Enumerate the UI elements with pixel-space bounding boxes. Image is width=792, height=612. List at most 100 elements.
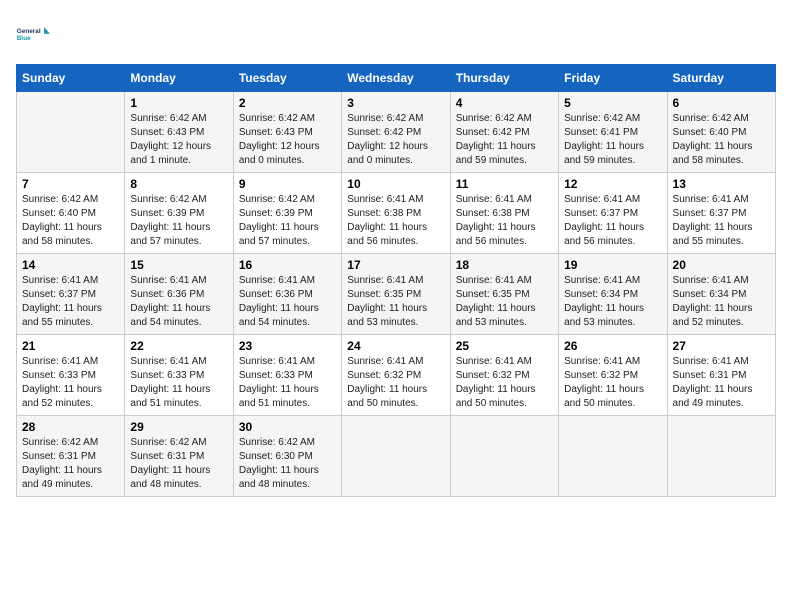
day-number: 15 xyxy=(130,258,227,272)
calendar-cell: 5 Sunrise: 6:42 AMSunset: 6:41 PMDaylight… xyxy=(559,92,667,173)
day-number: 20 xyxy=(673,258,770,272)
calendar-cell: 17Sunrise: 6:41 AMSunset: 6:35 PMDayligh… xyxy=(342,254,450,335)
calendar-cell: 24Sunrise: 6:41 AMSunset: 6:32 PMDayligh… xyxy=(342,335,450,416)
day-info: Sunrise: 6:42 AMSunset: 6:39 PMDaylight:… xyxy=(239,193,336,249)
calendar-cell: 29 Sunrise: 6:42 AMSunset: 6:31 PMDayligh… xyxy=(125,416,233,497)
day-info: Sunrise: 6:41 AMSunset: 6:31 PMDaylight:… xyxy=(673,355,770,411)
header-cell-saturday: Saturday xyxy=(667,65,775,92)
day-number: 9 xyxy=(239,177,336,191)
day-info: Sunrise: 6:41 AMSunset: 6:37 PMDaylight:… xyxy=(22,274,119,330)
header-cell-thursday: Thursday xyxy=(450,65,558,92)
day-info: Sunrise: 6:42 AMSunset: 6:42 PMDaylight:… xyxy=(456,112,553,168)
calendar-cell xyxy=(450,416,558,497)
calendar-cell: 20Sunrise: 6:41 AMSunset: 6:34 PMDayligh… xyxy=(667,254,775,335)
day-number: 29 xyxy=(130,420,227,434)
calendar-cell: 19 Sunrise: 6:41 AMSunset: 6:34 PMDayligh… xyxy=(559,254,667,335)
calendar-cell xyxy=(667,416,775,497)
calendar-body: 1 Sunrise: 6:42 AMSunset: 6:43 PMDaylight… xyxy=(17,92,776,497)
day-number: 4 xyxy=(456,96,553,110)
calendar-cell: 13 Sunrise: 6:41 AMSunset: 6:37 PMDayligh… xyxy=(667,173,775,254)
day-info: Sunrise: 6:42 AMSunset: 6:41 PMDaylight:… xyxy=(564,112,661,168)
day-number: 6 xyxy=(673,96,770,110)
calendar-week-row: 21 Sunrise: 6:41 AMSunset: 6:33 PMDayligh… xyxy=(17,335,776,416)
day-number: 26 xyxy=(564,339,661,353)
day-number: 1 xyxy=(130,96,227,110)
calendar-cell xyxy=(559,416,667,497)
day-number: 13 xyxy=(673,177,770,191)
day-number: 16 xyxy=(239,258,336,272)
day-number: 27 xyxy=(673,339,770,353)
calendar-cell: 1 Sunrise: 6:42 AMSunset: 6:43 PMDaylight… xyxy=(125,92,233,173)
calendar-week-row: 7 Sunrise: 6:42 AMSunset: 6:40 PMDaylight… xyxy=(17,173,776,254)
calendar-cell: 27 Sunrise: 6:41 AMSunset: 6:31 PMDayligh… xyxy=(667,335,775,416)
day-info: Sunrise: 6:42 AMSunset: 6:43 PMDaylight:… xyxy=(239,112,336,168)
calendar-table: SundayMondayTuesdayWednesdayThursdayFrid… xyxy=(16,64,776,497)
calendar-cell: 8Sunrise: 6:42 AMSunset: 6:39 PMDaylight… xyxy=(125,173,233,254)
calendar-cell: 14 Sunrise: 6:41 AMSunset: 6:37 PMDayligh… xyxy=(17,254,125,335)
header-cell-wednesday: Wednesday xyxy=(342,65,450,92)
day-info: Sunrise: 6:41 AMSunset: 6:38 PMDaylight:… xyxy=(456,193,553,249)
day-info: Sunrise: 6:41 AMSunset: 6:33 PMDaylight:… xyxy=(239,355,336,411)
day-number: 11 xyxy=(456,177,553,191)
calendar-header: SundayMondayTuesdayWednesdayThursdayFrid… xyxy=(17,65,776,92)
day-info: Sunrise: 6:41 AMSunset: 6:33 PMDaylight:… xyxy=(130,355,227,411)
header-row: SundayMondayTuesdayWednesdayThursdayFrid… xyxy=(17,65,776,92)
day-number: 8 xyxy=(130,177,227,191)
calendar-cell: 7 Sunrise: 6:42 AMSunset: 6:40 PMDaylight… xyxy=(17,173,125,254)
calendar-cell: 2Sunrise: 6:42 AMSunset: 6:43 PMDaylight… xyxy=(233,92,341,173)
calendar-cell xyxy=(17,92,125,173)
calendar-cell xyxy=(342,416,450,497)
calendar-cell: 12 Sunrise: 6:41 AMSunset: 6:37 PMDayligh… xyxy=(559,173,667,254)
day-number: 12 xyxy=(564,177,661,191)
header-cell-tuesday: Tuesday xyxy=(233,65,341,92)
day-info: Sunrise: 6:41 AMSunset: 6:35 PMDaylight:… xyxy=(456,274,553,330)
day-number: 28 xyxy=(22,420,119,434)
day-info: Sunrise: 6:41 AMSunset: 6:33 PMDaylight:… xyxy=(22,355,119,411)
calendar-cell: 21 Sunrise: 6:41 AMSunset: 6:33 PMDayligh… xyxy=(17,335,125,416)
day-info: Sunrise: 6:41 AMSunset: 6:37 PMDaylight:… xyxy=(673,193,770,249)
day-number: 21 xyxy=(22,339,119,353)
day-info: Sunrise: 6:42 AMSunset: 6:42 PMDaylight:… xyxy=(347,112,444,168)
day-info: Sunrise: 6:41 AMSunset: 6:37 PMDaylight:… xyxy=(564,193,661,249)
calendar-cell: 25 Sunrise: 6:41 AMSunset: 6:32 PMDayligh… xyxy=(450,335,558,416)
day-number: 25 xyxy=(456,339,553,353)
day-info: Sunrise: 6:42 AMSunset: 6:30 PMDaylight:… xyxy=(239,436,336,492)
day-number: 22 xyxy=(130,339,227,353)
calendar-cell: 30 Sunrise: 6:42 AMSunset: 6:30 PMDayligh… xyxy=(233,416,341,497)
day-number: 18 xyxy=(456,258,553,272)
day-info: Sunrise: 6:42 AMSunset: 6:40 PMDaylight:… xyxy=(22,193,119,249)
calendar-cell: 15 Sunrise: 6:41 AMSunset: 6:36 PMDayligh… xyxy=(125,254,233,335)
calendar-week-row: 28 Sunrise: 6:42 AMSunset: 6:31 PMDayligh… xyxy=(17,416,776,497)
calendar-cell: 10 Sunrise: 6:41 AMSunset: 6:38 PMDayligh… xyxy=(342,173,450,254)
header-cell-friday: Friday xyxy=(559,65,667,92)
calendar-cell: 18 Sunrise: 6:41 AMSunset: 6:35 PMDayligh… xyxy=(450,254,558,335)
calendar-cell: 28Sunrise: 6:42 AMSunset: 6:31 PMDayligh… xyxy=(17,416,125,497)
day-info: Sunrise: 6:42 AMSunset: 6:43 PMDaylight:… xyxy=(130,112,227,168)
day-number: 10 xyxy=(347,177,444,191)
calendar-cell: 16Sunrise: 6:41 AMSunset: 6:36 PMDayligh… xyxy=(233,254,341,335)
logo-icon: GeneralBlue xyxy=(16,16,52,52)
day-info: Sunrise: 6:42 AMSunset: 6:40 PMDaylight:… xyxy=(673,112,770,168)
calendar-cell: 3 Sunrise: 6:42 AMSunset: 6:42 PMDaylight… xyxy=(342,92,450,173)
day-info: Sunrise: 6:41 AMSunset: 6:32 PMDaylight:… xyxy=(347,355,444,411)
day-number: 14 xyxy=(22,258,119,272)
day-number: 17 xyxy=(347,258,444,272)
svg-text:Blue: Blue xyxy=(17,35,31,42)
day-number: 7 xyxy=(22,177,119,191)
day-number: 3 xyxy=(347,96,444,110)
day-number: 5 xyxy=(564,96,661,110)
day-info: Sunrise: 6:41 AMSunset: 6:38 PMDaylight:… xyxy=(347,193,444,249)
day-info: Sunrise: 6:41 AMSunset: 6:32 PMDaylight:… xyxy=(564,355,661,411)
day-info: Sunrise: 6:41 AMSunset: 6:34 PMDaylight:… xyxy=(564,274,661,330)
day-info: Sunrise: 6:42 AMSunset: 6:31 PMDaylight:… xyxy=(130,436,227,492)
calendar-cell: 22 Sunrise: 6:41 AMSunset: 6:33 PMDayligh… xyxy=(125,335,233,416)
day-info: Sunrise: 6:41 AMSunset: 6:36 PMDaylight:… xyxy=(130,274,227,330)
calendar-cell: 26 Sunrise: 6:41 AMSunset: 6:32 PMDayligh… xyxy=(559,335,667,416)
day-info: Sunrise: 6:41 AMSunset: 6:32 PMDaylight:… xyxy=(456,355,553,411)
day-number: 30 xyxy=(239,420,336,434)
header-cell-monday: Monday xyxy=(125,65,233,92)
day-number: 23 xyxy=(239,339,336,353)
calendar-cell: 23 Sunrise: 6:41 AMSunset: 6:33 PMDayligh… xyxy=(233,335,341,416)
calendar-cell: 6 Sunrise: 6:42 AMSunset: 6:40 PMDaylight… xyxy=(667,92,775,173)
day-number: 19 xyxy=(564,258,661,272)
